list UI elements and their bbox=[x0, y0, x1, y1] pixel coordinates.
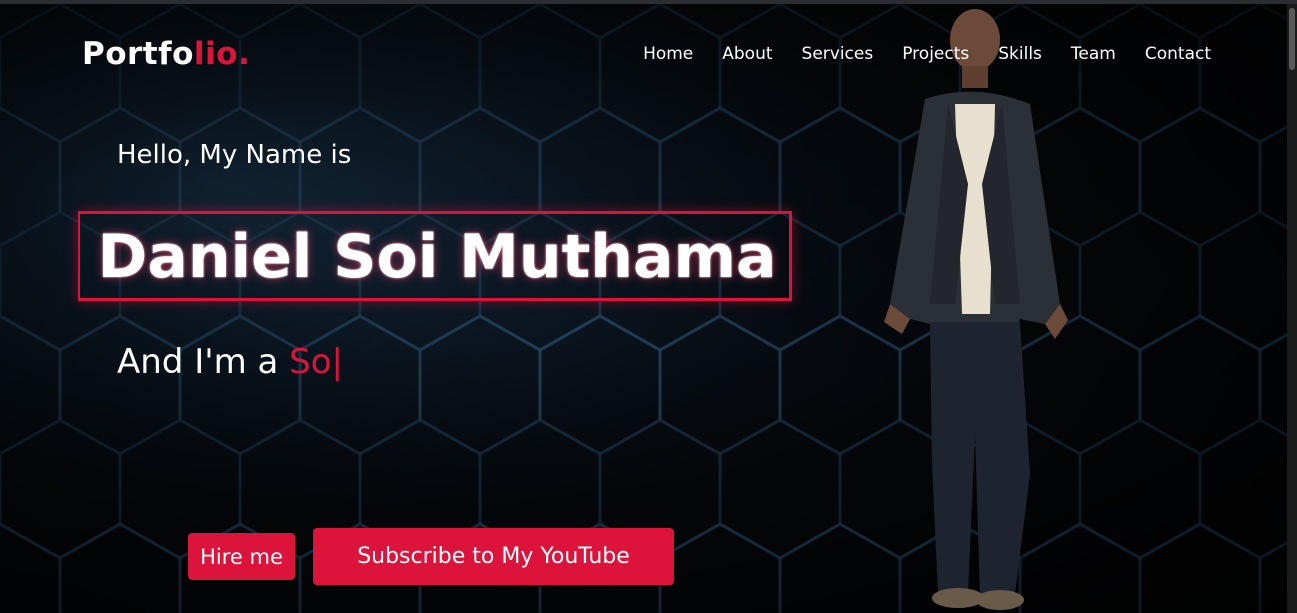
logo-main-text: Portfo bbox=[82, 36, 194, 72]
typing-cursor: | bbox=[331, 342, 344, 382]
browser-top-edge bbox=[0, 0, 1297, 4]
nav-link-about[interactable]: About bbox=[722, 44, 772, 64]
subscribe-youtube-button[interactable]: Subscribe to My YouTube bbox=[313, 528, 674, 585]
page-scrollbar[interactable] bbox=[1287, 4, 1297, 613]
nav-menu: Home About Services Projects Skills Team… bbox=[643, 44, 1211, 64]
hero-role-line: And I'm a So| bbox=[117, 342, 343, 382]
hero-greeting: Hello, My Name is bbox=[117, 140, 352, 170]
nav-link-skills[interactable]: Skills bbox=[998, 44, 1042, 64]
nav-link-home[interactable]: Home bbox=[643, 44, 693, 64]
nav-link-services[interactable]: Services bbox=[802, 44, 874, 64]
hire-me-button[interactable]: Hire me bbox=[188, 533, 295, 580]
scrollbar-thumb[interactable] bbox=[1289, 8, 1295, 70]
nav-link-projects[interactable]: Projects bbox=[902, 44, 969, 64]
hero-role-typed: So bbox=[289, 342, 332, 382]
nav-link-team[interactable]: Team bbox=[1071, 44, 1116, 64]
hero-role-prefix: And I'm a bbox=[117, 342, 290, 382]
top-navbar: Portfolio. Home About Services Projects … bbox=[0, 4, 1287, 104]
site-logo[interactable]: Portfolio. bbox=[82, 36, 250, 72]
hero-name-frame: Daniel Soi Muthama bbox=[78, 211, 792, 301]
hero-name: Daniel Soi Muthama bbox=[97, 222, 777, 292]
nav-link-contact[interactable]: Contact bbox=[1145, 44, 1211, 64]
logo-accent-text: lio. bbox=[193, 36, 251, 72]
hero-section: Portfolio. Home About Services Projects … bbox=[0, 4, 1287, 613]
